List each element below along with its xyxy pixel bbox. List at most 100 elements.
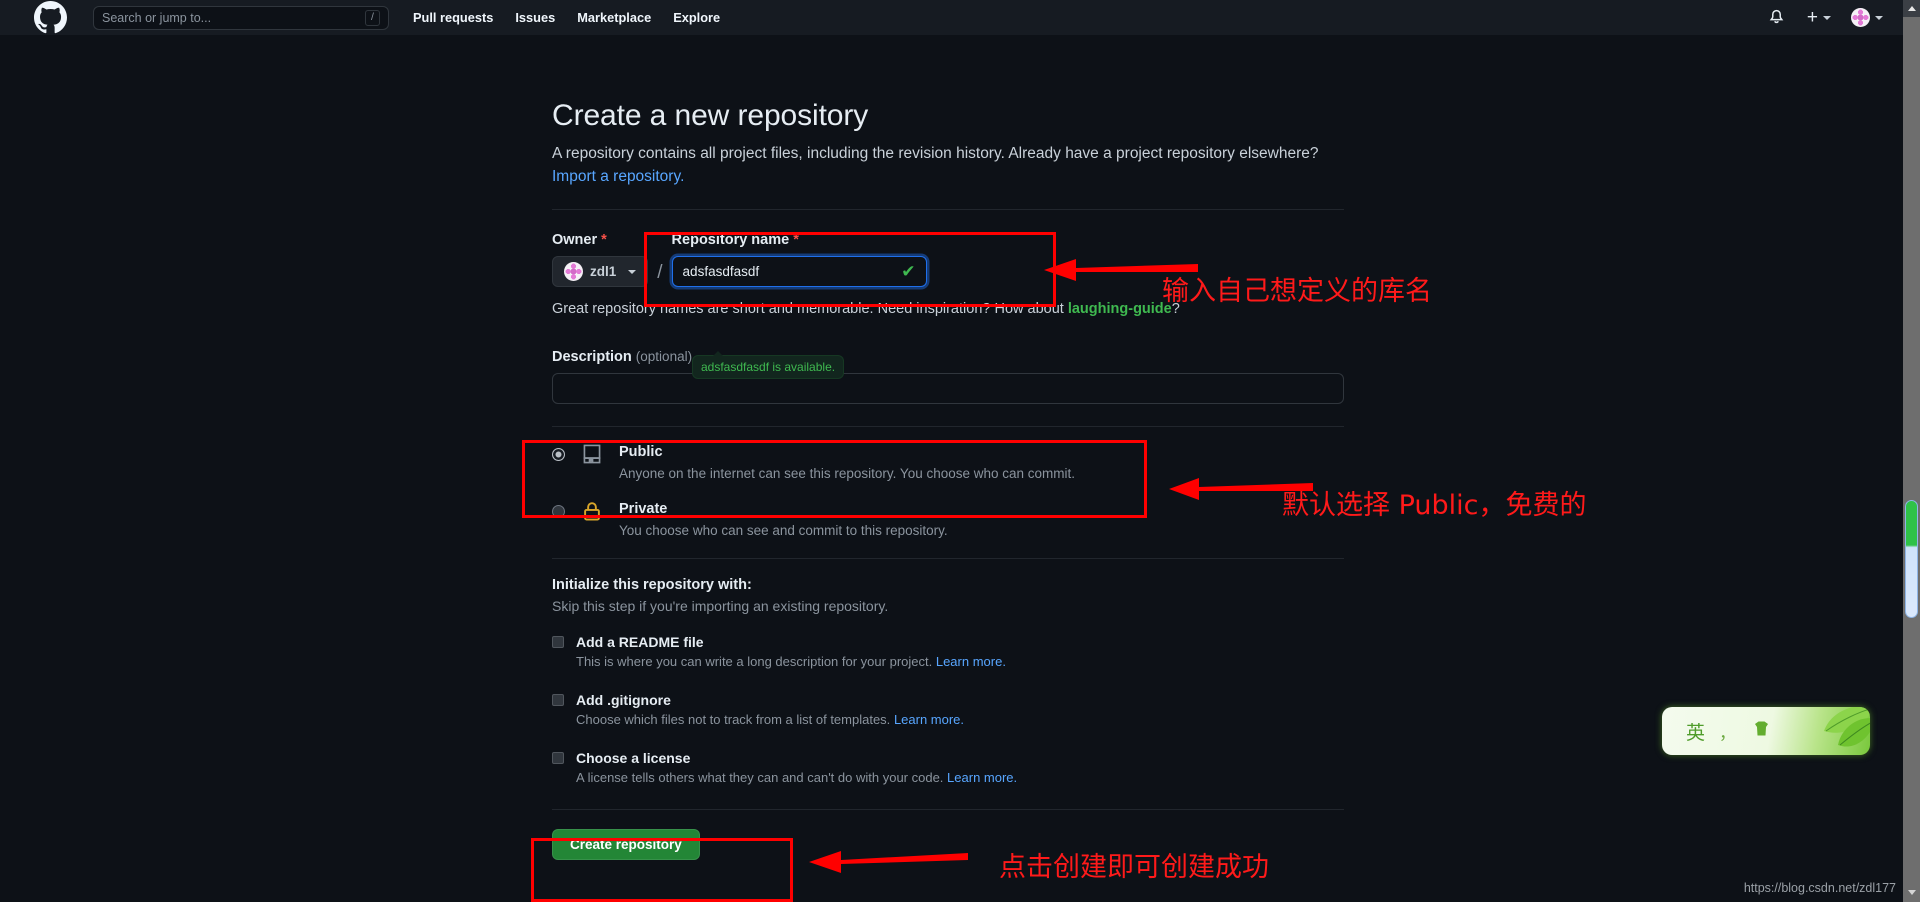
radio-public[interactable] <box>552 448 565 461</box>
description-field: Description (optional) <box>552 349 1344 404</box>
annotation-text-create-button: 点击创建即可创建成功 <box>999 852 1269 883</box>
scroll-down-arrow-icon[interactable] <box>1904 885 1919 900</box>
nav-pull-requests[interactable]: Pull requests <box>413 10 493 25</box>
account-menu-button[interactable] <box>1851 8 1883 27</box>
search-shortcut-key: / <box>365 9 380 26</box>
init-option-readme-head: Add a README file <box>552 634 1344 650</box>
repository-name-field: Repository name * ✔ <box>671 232 927 287</box>
avatar <box>1851 8 1870 27</box>
keyboard-skin-icon[interactable] <box>1752 720 1771 742</box>
github-mark-icon[interactable] <box>34 1 67 34</box>
chevron-down-icon <box>1823 15 1831 20</box>
visibility-private-desc: You choose who can see and commit to thi… <box>619 523 948 539</box>
gitignore-learn-more-link[interactable]: Learn more. <box>894 712 964 727</box>
repo-book-icon <box>579 443 605 465</box>
annotation-text-repo-name: 输入自己想定义的库名 <box>1162 276 1432 307</box>
leaf-decoration-icon <box>1824 707 1870 747</box>
scroll-up-arrow-icon[interactable] <box>1903 0 1920 17</box>
license-learn-more-link[interactable]: Learn more. <box>947 770 1017 785</box>
search-placeholder: Search or jump to... <box>102 10 212 25</box>
init-option-license-desc-text: A license tells others what they can and… <box>576 769 944 785</box>
owner-label: Owner * <box>552 232 648 248</box>
divider <box>552 809 1344 811</box>
main-content: Create a new repository A repository con… <box>0 35 1903 902</box>
initialize-subtitle: Skip this step if you're importing an ex… <box>552 597 889 614</box>
owner-dropdown[interactable]: zdl1 <box>552 256 649 287</box>
radio-private[interactable] <box>552 505 565 519</box>
init-option-license-head: Choose a license <box>552 750 1344 766</box>
nav-marketplace[interactable]: Marketplace <box>577 10 651 25</box>
checkbox-gitignore[interactable] <box>552 693 564 706</box>
description-input[interactable] <box>563 374 1333 403</box>
visibility-private-title: Private <box>619 501 668 518</box>
init-option-license: Choose a license A license tells others … <box>552 750 1344 788</box>
annotation-arrow-create-button <box>809 851 968 873</box>
init-option-gitignore-head: Add .gitignore <box>552 692 1344 708</box>
initialize-section: Initialize this repository with: Skip th… <box>552 577 1344 788</box>
create-repository-button[interactable]: Create repository <box>552 829 700 861</box>
divider <box>552 557 1344 559</box>
init-option-gitignore-label: Add .gitignore <box>576 691 671 708</box>
checkbox-readme[interactable] <box>552 635 564 648</box>
repository-name-suggestion-link[interactable]: laughing-guide <box>1068 301 1172 317</box>
init-option-license-desc: A license tells others what they can and… <box>576 769 1344 788</box>
ime-mode-label[interactable]: 英 <box>1686 718 1705 745</box>
init-option-readme-label: Add a README file <box>576 633 704 650</box>
init-option-gitignore: Add .gitignore Choose which files not to… <box>552 692 1344 730</box>
repository-name-required-asterisk: * <box>793 232 799 248</box>
check-icon: ✔ <box>901 262 916 281</box>
import-repository-link[interactable]: Import a repository. <box>552 168 684 185</box>
chevron-down-icon <box>628 269 637 274</box>
annotation-text-visibility: 默认选择 Public，免费的 <box>1282 490 1587 521</box>
description-label-text: Description <box>552 349 632 365</box>
page-title: Create a new repository <box>552 99 869 132</box>
visibility-public-desc: Anyone on the internet can see this repo… <box>619 465 1076 481</box>
description-input-wrapper[interactable] <box>552 373 1344 404</box>
availability-text-before: Great repository names are short and mem… <box>552 301 1068 317</box>
repository-name-label-text: Repository name <box>671 232 790 248</box>
owner-avatar-icon <box>564 262 583 281</box>
repository-name-input-wrapper[interactable]: ✔ <box>671 256 927 287</box>
chevron-down-icon <box>1875 15 1883 20</box>
repository-name-input[interactable] <box>682 264 902 279</box>
checkbox-license[interactable] <box>552 751 564 764</box>
lock-icon <box>579 500 605 522</box>
ime-punctuation-label[interactable]: ， <box>1719 719 1736 744</box>
bell-icon[interactable] <box>1768 9 1785 26</box>
owner-repo-separator: / <box>657 262 663 283</box>
description-optional-hint: (optional) <box>635 349 693 364</box>
repository-name-label: Repository name * <box>672 232 927 248</box>
init-option-license-label: Choose a license <box>576 749 691 766</box>
create-new-button[interactable]: + <box>1807 8 1831 27</box>
nav-issues[interactable]: Issues <box>515 10 555 25</box>
owner-required-asterisk: * <box>601 232 607 248</box>
primary-nav: Pull requests Issues Marketplace Explore <box>413 10 720 25</box>
owner-name: zdl1 <box>590 264 617 279</box>
visibility-public-text: Public Anyone on the internet can see th… <box>619 443 1075 483</box>
initialize-title: Initialize this repository with: <box>552 576 752 593</box>
scrollbar-thumb[interactable] <box>1905 500 1918 618</box>
ime-floating-widget[interactable]: 英 ， <box>1662 707 1870 755</box>
search-input[interactable]: Search or jump to... / <box>93 5 389 30</box>
header-actions: + <box>1768 8 1891 27</box>
page-scrollbar[interactable] <box>1903 0 1920 902</box>
init-option-readme-desc: This is where you can write a long descr… <box>576 653 1344 672</box>
init-option-gitignore-desc: Choose which files not to track from a l… <box>576 711 1344 730</box>
page-description-text: A repository contains all project files,… <box>552 144 1319 162</box>
owner-field: Owner * zdl1 <box>552 232 649 287</box>
watermark: https://blog.csdn.net/zdl177 <box>1743 881 1896 895</box>
plus-icon: + <box>1806 7 1818 28</box>
owner-label-text: Owner <box>552 232 598 248</box>
divider <box>552 209 1344 210</box>
init-option-readme-desc-text: This is where you can write a long descr… <box>576 653 933 669</box>
visibility-option-private[interactable]: Private You choose who can see and commi… <box>552 500 1344 540</box>
nav-explore[interactable]: Explore <box>673 10 720 25</box>
visibility-public-title: Public <box>619 444 663 460</box>
global-header: Search or jump to... / Pull requests Iss… <box>0 0 1903 35</box>
repository-availability-tooltip: adsfasdfasdf is available. <box>692 351 845 379</box>
readme-learn-more-link[interactable]: Learn more. <box>936 654 1006 669</box>
visibility-private-text: Private You choose who can see and commi… <box>619 500 948 540</box>
description-label: Description (optional) <box>552 349 1344 365</box>
init-option-readme: Add a README file This is where you can … <box>552 634 1344 672</box>
divider <box>552 426 1344 427</box>
